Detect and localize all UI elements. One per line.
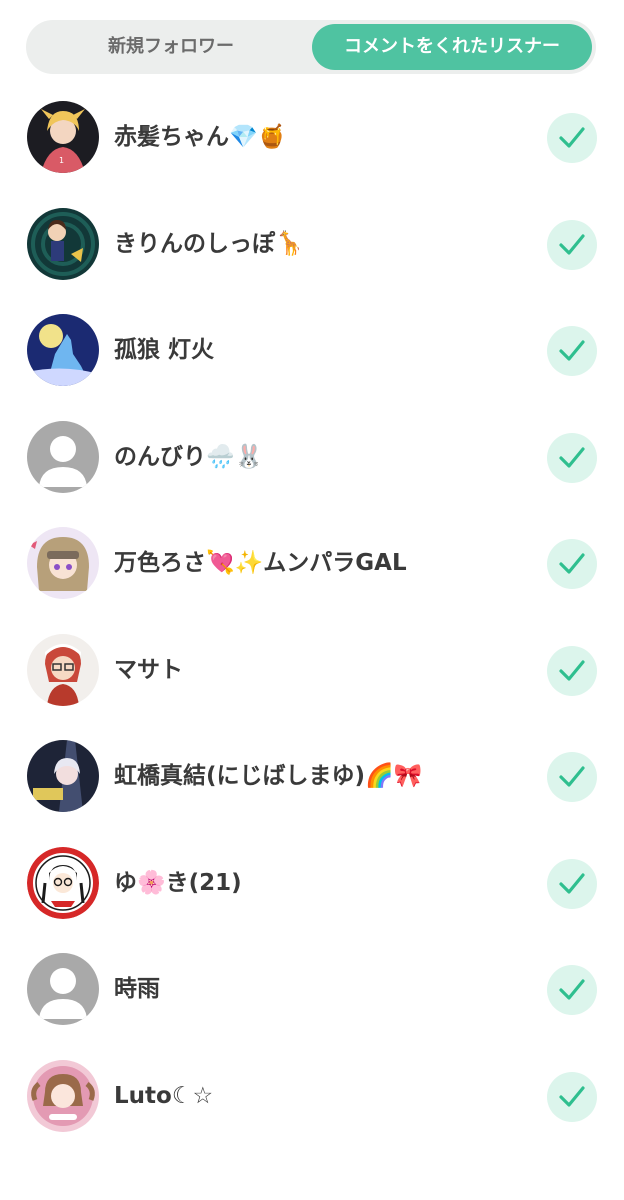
avatar[interactable] bbox=[27, 846, 99, 919]
listener-name: 万色ろさ💘✨ムンパラGAL bbox=[114, 550, 407, 576]
listener-name: 孤狼 灯火 bbox=[114, 337, 215, 363]
followed-check-button[interactable] bbox=[547, 432, 597, 483]
list-item[interactable]: 1 赤髪ちゃん💎🍯 bbox=[0, 84, 624, 191]
listener-name: きりんのしっぽ🦒 bbox=[114, 230, 304, 257]
list-item[interactable]: きりんのしっぽ🦒 bbox=[0, 191, 624, 298]
listener-name: 虹橋真結(にじばしまゆ)🌈🎀 bbox=[114, 763, 423, 789]
checkmark-icon bbox=[559, 872, 585, 894]
followed-check-button[interactable] bbox=[547, 965, 597, 1015]
tab-new-followers[interactable]: 新規フォロワー bbox=[30, 24, 312, 70]
tab-bar: 新規フォロワー コメントをくれたリスナー bbox=[26, 20, 596, 74]
followed-check-button[interactable] bbox=[547, 1071, 597, 1122]
tab-commenters[interactable]: コメントをくれたリスナー bbox=[312, 24, 592, 70]
list-item[interactable]: ゆ🌸き(21) bbox=[0, 830, 624, 937]
followed-check-button[interactable] bbox=[547, 645, 597, 696]
avatar[interactable] bbox=[27, 633, 99, 706]
listener-name: マサト bbox=[114, 656, 183, 683]
avatar[interactable] bbox=[27, 314, 99, 386]
followed-check-button[interactable] bbox=[547, 113, 597, 163]
list-item[interactable]: 虹橋真結(にじばしまゆ)🌈🎀 bbox=[0, 723, 624, 830]
avatar[interactable]: 1 bbox=[27, 101, 99, 173]
checkmark-icon bbox=[559, 553, 585, 574]
checkmark-icon bbox=[559, 1085, 585, 1107]
checkmark-icon bbox=[559, 979, 585, 1000]
list-item[interactable]: のんびり🌧️🐰 bbox=[0, 404, 624, 511]
followed-check-button[interactable] bbox=[547, 752, 597, 802]
listener-name: 時雨 bbox=[114, 976, 160, 1002]
listener-name: 赤髪ちゃん💎🍯 bbox=[114, 124, 287, 150]
list-item[interactable]: 孤狼 灯火 bbox=[0, 297, 624, 404]
checkmark-icon bbox=[559, 659, 585, 681]
followed-check-button[interactable] bbox=[547, 858, 597, 909]
default-avatar-icon[interactable] bbox=[27, 420, 99, 493]
followed-check-button[interactable] bbox=[547, 219, 597, 270]
followed-check-button[interactable] bbox=[547, 326, 597, 376]
listener-name: Luto☾☆ bbox=[114, 1082, 214, 1109]
list-item[interactable]: マサト bbox=[0, 617, 624, 724]
avatar[interactable] bbox=[27, 527, 99, 599]
svg-text:1: 1 bbox=[59, 156, 64, 165]
default-avatar-icon[interactable] bbox=[27, 953, 99, 1025]
listener-name: のんびり🌧️🐰 bbox=[114, 443, 264, 470]
avatar[interactable] bbox=[27, 207, 99, 280]
checkmark-icon bbox=[559, 127, 585, 148]
avatar[interactable] bbox=[27, 1059, 99, 1132]
list-item[interactable]: 時雨 bbox=[0, 936, 624, 1043]
listener-name: ゆ🌸き(21) bbox=[114, 869, 242, 896]
checkmark-icon bbox=[559, 233, 585, 255]
avatar[interactable] bbox=[27, 740, 99, 812]
list-item[interactable]: Luto☾☆ bbox=[0, 1043, 624, 1150]
checkmark-icon bbox=[559, 340, 585, 361]
followed-check-button[interactable] bbox=[547, 539, 597, 589]
checkmark-icon bbox=[559, 766, 585, 787]
list-item[interactable]: 万色ろさ💘✨ムンパラGAL bbox=[0, 510, 624, 617]
listener-list: 1 赤髪ちゃん💎🍯 きりんのしっぽ🦒 孤狼 灯火 のんびり🌧️🐰 万色ろさ💘✨ム… bbox=[0, 84, 624, 1149]
checkmark-icon bbox=[559, 446, 585, 468]
